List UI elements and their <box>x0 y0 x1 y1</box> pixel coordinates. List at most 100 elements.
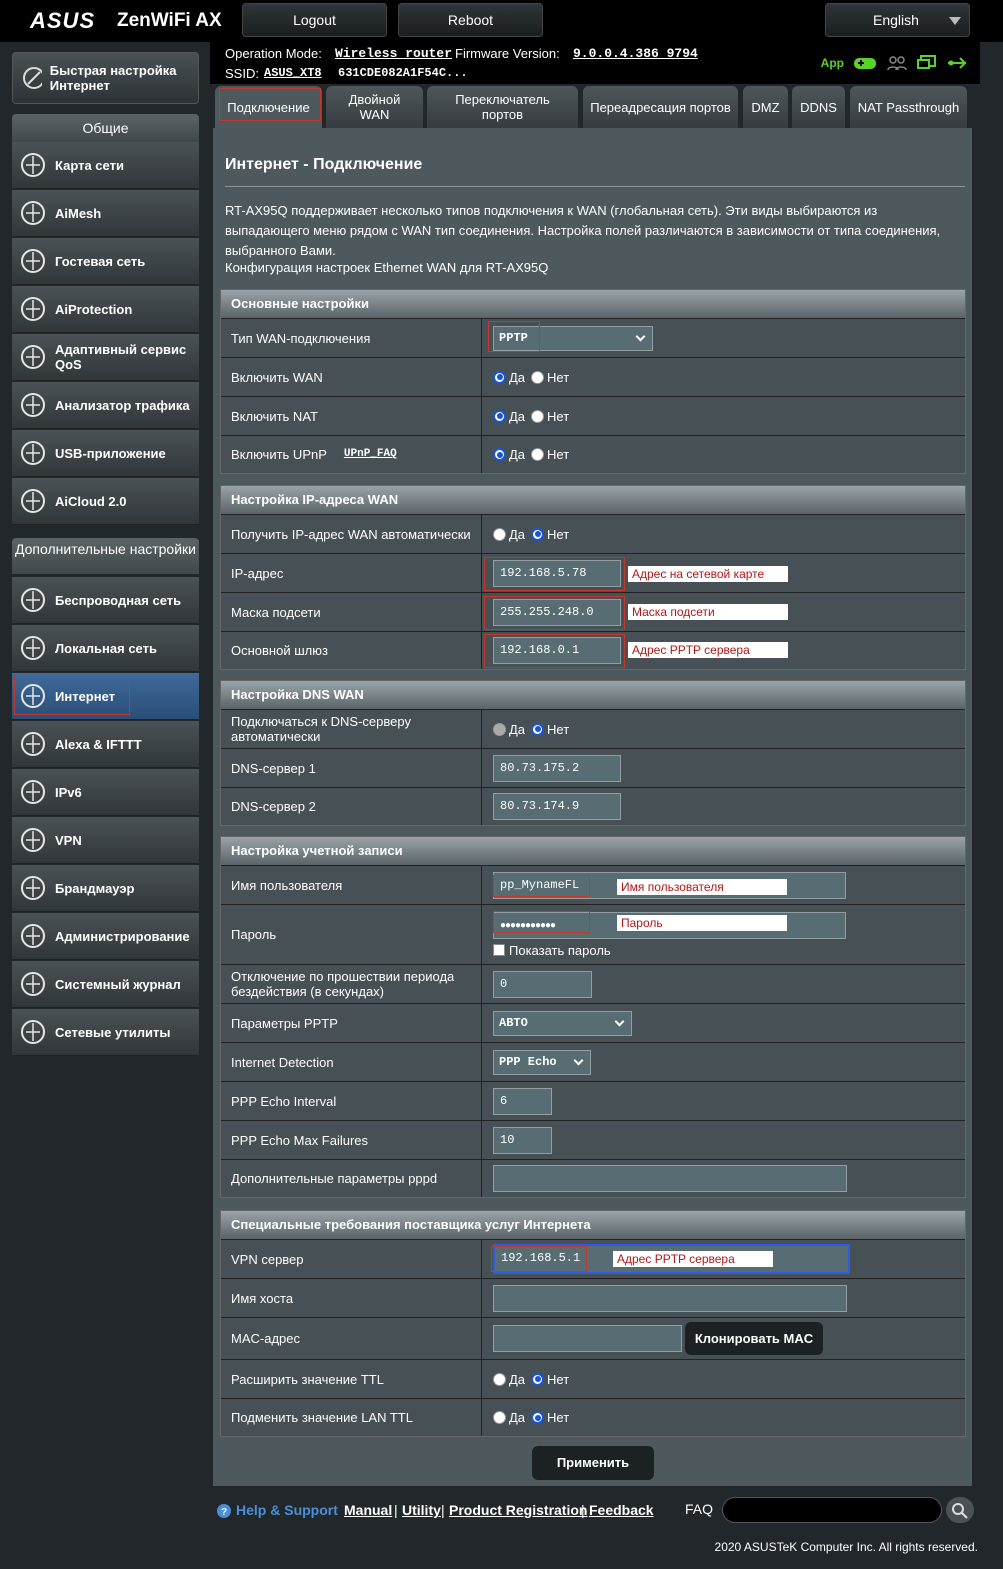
firmware-link[interactable]: 9.0.0.4.386_9794 <box>573 46 698 61</box>
row-label: Расширить значение TTL <box>221 1360 482 1398</box>
ip-auto-yes-radio[interactable]: Да <box>493 527 525 542</box>
help-support-link[interactable]: Help & Support <box>236 1502 338 1518</box>
internet-detection-select[interactable]: PPP Echo <box>493 1049 591 1075</box>
ipv6-icon <box>19 778 47 806</box>
enable-upnp-yes-radio[interactable]: Да <box>493 447 525 462</box>
sidebar-item-log[interactable]: Системный журнал <box>12 961 199 1008</box>
sidebar-item-traffic-analyzer[interactable]: Анализатор трафика <box>12 382 199 429</box>
app-link[interactable]: App <box>821 56 844 70</box>
highlight-box <box>484 596 625 630</box>
ssid-link[interactable]: ASUS_XT8 <box>264 66 322 80</box>
feedback-link[interactable]: Feedback <box>589 1502 654 1518</box>
sidebar-item-tools[interactable]: Сетевые утилиты <box>12 1009 199 1056</box>
extend-ttl-yes-radio[interactable]: Да <box>493 1372 525 1387</box>
sidebar-item-wireless[interactable]: Беспроводная сеть <box>12 577 199 624</box>
wan-type-row: Тип WAN-подключения PPTP <box>221 318 965 357</box>
idle-input[interactable]: 0 <box>493 970 592 998</box>
monitor-icon[interactable] <box>916 54 938 72</box>
sidebar-item-qos-gauge[interactable]: Адаптивный сервис QoS <box>12 334 199 381</box>
echo-interval-input[interactable]: 6 <box>493 1087 552 1115</box>
dns-auto-yes-radio[interactable]: Да <box>493 722 525 737</box>
sidebar-item-aimesh[interactable]: AiMesh <box>12 190 199 237</box>
echo-failures-input[interactable]: 10 <box>493 1126 552 1154</box>
usb-status-icon[interactable] <box>946 54 968 72</box>
row-label: Подменить значение LAN TTL <box>221 1399 482 1436</box>
faq-search-input[interactable] <box>722 1497 942 1523</box>
clients-icon[interactable] <box>886 54 908 72</box>
asus-logo: ASUS <box>30 8 96 33</box>
dns-auto-row: Подключаться к DNS-серверу автоматически… <box>221 709 965 748</box>
separator: | <box>394 1502 398 1518</box>
sidebar-item-alexa[interactable]: Alexa & IFTTT <box>12 721 199 768</box>
sidebar-item-vpn[interactable]: VPN <box>12 817 199 864</box>
product-name: ZenWiFi AX <box>117 10 222 31</box>
sidebar-item-gear[interactable]: Администрирование <box>12 913 199 960</box>
manual-link[interactable]: Manual <box>344 1502 392 1518</box>
dns1-input[interactable]: 80.73.175.2 <box>493 754 621 782</box>
logout-button[interactable]: Logout <box>242 3 387 37</box>
enable-wan-yes-radio[interactable]: Да <box>493 370 525 385</box>
sidebar-item-guest-network[interactable]: Гостевая сеть <box>12 238 199 285</box>
tab-6[interactable]: NAT Passthrough <box>850 86 967 128</box>
qos-gauge-icon <box>19 343 47 371</box>
radio-label: Нет <box>547 447 570 462</box>
show-password-checkbox[interactable]: Показать пароль <box>493 943 611 958</box>
radio-selected-icon <box>493 370 506 384</box>
echo-failures-row: PPP Echo Max Failures 10 <box>221 1120 965 1159</box>
tab-1[interactable]: Двойной WAN <box>326 86 423 128</box>
ip-auto-no-radio[interactable]: Нет <box>531 527 569 542</box>
reboot-button[interactable]: Reboot <box>398 3 543 37</box>
ssid-secondary[interactable]: 631CDE082A1F54C... <box>338 66 468 80</box>
radio-label: Да <box>509 721 526 737</box>
sidebar-item-lan[interactable]: Локальная сеть <box>12 625 199 672</box>
dns-auto-no-radio[interactable]: Нет <box>531 722 569 737</box>
tab-2[interactable]: Переключатель портов <box>427 86 578 128</box>
enable-nat-yes-radio[interactable]: Да <box>493 409 525 424</box>
hostname-row: Имя хоста <box>221 1278 965 1317</box>
sidebar-item-globe[interactable]: Интернет <box>12 673 199 720</box>
highlight-box <box>493 911 590 933</box>
pppd-input[interactable] <box>493 1165 847 1192</box>
gamepad-icon[interactable] <box>852 54 878 72</box>
row-label: MAC-адрес <box>221 1318 482 1359</box>
utility-link[interactable]: Utility <box>402 1502 441 1518</box>
row-label: Отключение по прошествии периода бездейс… <box>221 965 482 1003</box>
sidebar-item-firewall[interactable]: Брандмауэр <box>12 865 199 912</box>
lan-ttl-no-radio[interactable]: Нет <box>531 1410 569 1425</box>
radio-label: Нет <box>547 1371 570 1387</box>
language-select[interactable]: English <box>825 3 970 37</box>
row-label: Имя хоста <box>221 1279 482 1317</box>
tab-4[interactable]: DMZ <box>743 86 788 128</box>
sidebar-item-ipv6[interactable]: IPv6 <box>12 769 199 816</box>
config-line: Конфигурация настроек Ethernet WAN для R… <box>225 260 549 275</box>
hostname-input[interactable] <box>493 1284 847 1312</box>
sidebar-item-label: AiProtection <box>55 301 133 317</box>
tab-5[interactable]: DDNS <box>792 86 845 128</box>
upnp-faq-link[interactable]: UPnP_FAQ <box>344 447 397 462</box>
enable-wan-no-radio[interactable]: Нет <box>531 370 569 385</box>
mac-input[interactable] <box>493 1325 682 1352</box>
enable-nat-no-radio[interactable]: Нет <box>531 409 569 424</box>
apply-button[interactable]: Применить <box>532 1446 654 1480</box>
sidebar-item-usb[interactable]: USB-приложение <box>12 430 199 477</box>
dns2-input[interactable]: 80.73.174.9 <box>493 793 621 820</box>
echo-interval-row: PPP Echo Interval 6 <box>221 1081 965 1120</box>
enable-upnp-no-radio[interactable]: Нет <box>531 447 569 462</box>
pptp-options-select[interactable]: АВТО <box>493 1010 632 1036</box>
op-mode-link[interactable]: Wireless router <box>335 46 452 61</box>
faq-search-button[interactable] <box>946 1497 974 1523</box>
tab-label: Двойной WAN <box>348 92 401 122</box>
registration-link[interactable]: Product Registration <box>449 1502 587 1518</box>
lan-ttl-yes-radio[interactable]: Да <box>493 1410 525 1425</box>
tab-0[interactable]: Подключение <box>215 86 322 128</box>
tab-3[interactable]: Переадресация портов <box>583 86 738 128</box>
alexa-icon <box>19 730 47 758</box>
radio-selected-icon <box>531 1411 545 1424</box>
sidebar-item-cloud[interactable]: AiCloud 2.0 <box>12 478 199 525</box>
sidebar-item-network-map[interactable]: Карта сети <box>12 142 199 189</box>
radio-label: Нет <box>547 721 570 737</box>
clone-mac-button[interactable]: Клонировать MAC <box>685 1322 823 1355</box>
quick-setup-button[interactable]: Быстрая настройка Интернет <box>12 52 199 104</box>
extend-ttl-no-radio[interactable]: Нет <box>531 1372 569 1387</box>
sidebar-item-shield[interactable]: AiProtection <box>12 286 199 333</box>
